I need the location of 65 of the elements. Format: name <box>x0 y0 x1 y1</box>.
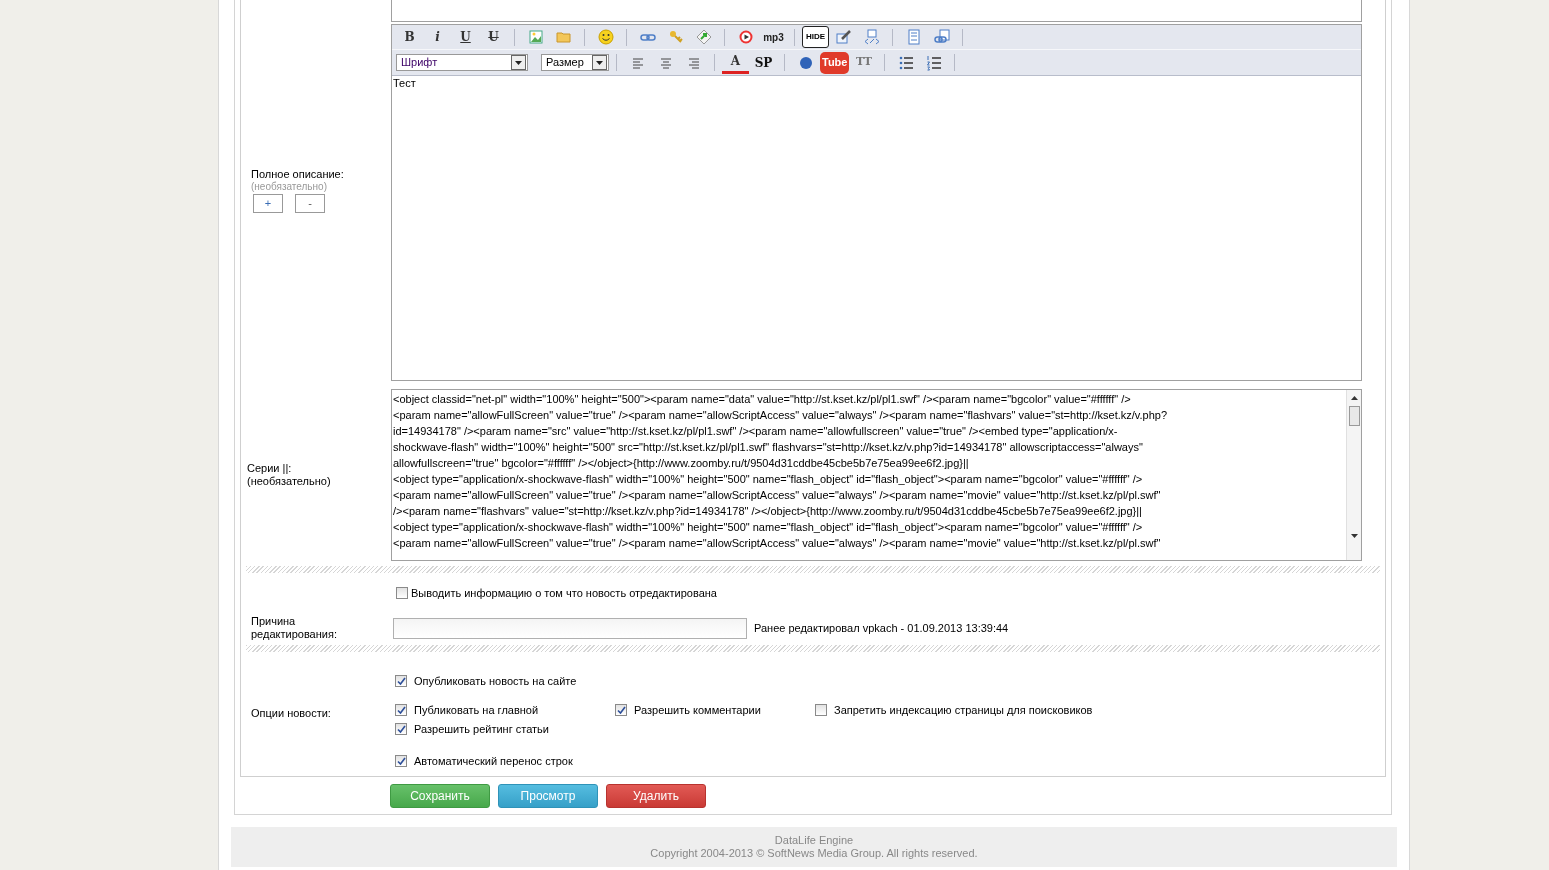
checkbox[interactable] <box>395 723 407 735</box>
play-icon <box>737 29 754 45</box>
smiley-icon <box>597 29 614 45</box>
audio-button[interactable]: mp3 <box>760 26 787 48</box>
delete-button[interactable]: Удалить <box>606 784 706 808</box>
page-link-icon <box>933 29 950 45</box>
checkbox[interactable] <box>396 587 408 600</box>
code-line: <param name="allowFullScreen" value="true" /><param name="allowScriptAccess" value="always" /><param name="flashvars" value="st=http://kset.kz/v.php? <box>393 408 1169 423</box>
field-label: Причина редактирования: <box>250 615 338 641</box>
checkbox[interactable] <box>815 704 827 716</box>
bold-button[interactable]: B <box>396 26 423 48</box>
typography-button[interactable]: TT <box>850 51 878 74</box>
code-line: <param name="allowFullScreen" value="true" /><param name="allowScriptAccess" value="always" /><param name="movie" value="http://st.kset.kz/pl/pl.swf" <box>393 488 1162 503</box>
reason-input[interactable] <box>393 617 747 639</box>
checkbox-label: Автоматический перенос строк <box>414 753 573 769</box>
numbered-list-icon <box>925 54 942 71</box>
hide-button[interactable]: HIDE <box>802 26 829 48</box>
checkbox[interactable] <box>395 704 407 716</box>
checkbox-label: Опубликовать новость на сайте <box>414 673 577 689</box>
strikethrough-button[interactable]: U <box>480 26 507 48</box>
edit-icon <box>835 29 852 45</box>
arrow-icon <box>695 29 712 45</box>
font-select[interactable]: Шрифт <box>396 54 528 71</box>
edit-info-text: Ранее редактировал vpkach - 01.09.2013 13:39:44 <box>754 620 1009 636</box>
code-icon <box>863 29 880 45</box>
code-line: shockwave-flash" width="100%" height="500" src="http://st.kset.kz/pl/pl1.swf" flashvars="st=http://kset.kz/v.php?id=14934178" allowscriptaccess="always" <box>393 440 1144 455</box>
checkbox-label: Запретить индексацию страницы для поисковиков <box>834 702 1093 718</box>
code-line: <param name="allowFullScreen" value="true" /><param name="allowScriptAccess" value="always" /><param name="movie" value="http://st.kset.kz/pl/pl.swf" <box>393 536 1162 551</box>
field-label: Серии ||: <box>247 462 293 475</box>
scroll-up-icon[interactable] <box>1350 396 1358 400</box>
underline-button[interactable]: U <box>452 26 479 48</box>
copyright-text: Copyright 2004-2013 © SoftNews Media Group. All rights reserved. <box>650 847 978 860</box>
scroll-down-icon[interactable] <box>1350 534 1358 538</box>
hint-text: (необязательно) <box>247 475 332 488</box>
bulleted-list-icon <box>897 54 914 71</box>
scrollbar-thumb[interactable] <box>1348 406 1360 426</box>
size-select[interactable]: Размер <box>541 54 609 71</box>
field-label: Полное описание: <box>251 168 345 181</box>
video-button[interactable]: Tube <box>820 51 850 74</box>
folder-icon <box>555 29 572 45</box>
checkbox[interactable] <box>615 704 627 716</box>
expand-button[interactable]: + <box>253 194 283 213</box>
checkbox-label: Разрешить рейтинг статьи <box>414 721 549 737</box>
italic-button[interactable]: i <box>424 26 451 48</box>
field-label: Опции новости: <box>250 705 332 721</box>
code-text-area[interactable] <box>391 389 1362 561</box>
code-line: <object classid="net-pl" width="100%" height="500"><param name="data" value="http://st.kset.kz/pl/pl1.swf" /><param name="bgcolor" value="#ffffff" /> <box>393 392 1132 407</box>
checkbox-label: Разрешить комментарии <box>634 702 761 718</box>
text-color-button[interactable]: A <box>722 51 749 74</box>
checkbox-label: Публиковать на главной <box>414 702 539 718</box>
code-line: <object type="application/x-shockwave-flash" width="100%" height="500" name="flash_object" id="flash_object"><param name="bgcolor" value="#ffffff" /> <box>393 520 1144 535</box>
checkbox-label: Выводить информацию о том что новость отредактирована <box>411 586 717 601</box>
code-line: id=14934178" /><param name="src" value="http://st.kset.kz/pl/pl1.swf" /><param name="allowfullscreen" value="true" /><embed type="application/x- <box>393 424 1119 439</box>
spoiler-button[interactable]: SP <box>750 51 777 74</box>
code-line: /><param name="flashvars" value="st=http://kset.kz/v.php?id=14934178" /></object>{http://www.zoomby.ru/t/9504d31cddbe45cbe5b7e75ea99ee6f2.jpg}|| <box>393 504 1143 519</box>
hint-text: (необязательно) <box>251 181 328 193</box>
key-icon <box>667 29 684 45</box>
checkbox[interactable] <box>395 675 407 687</box>
footer-title: DataLife Engine <box>774 834 854 847</box>
code-line: <object type="application/x-shockwave-flash" width="100%" height="500" name="flash_object" id="flash_object"><param name="bgcolor" value="#ffffff" /> <box>393 472 1144 487</box>
picture-icon <box>527 29 544 45</box>
checkbox[interactable] <box>395 755 407 767</box>
page-icon <box>905 29 922 45</box>
code-line: allowfullscreen="true" bgcolor="#ffffff" /></object>{http://www.zoomby.ru/t/9504d31cddbe45cbe5b7e75ea99ee6f2.jpg}|| <box>393 456 970 471</box>
collapse-button[interactable]: - <box>295 194 325 213</box>
